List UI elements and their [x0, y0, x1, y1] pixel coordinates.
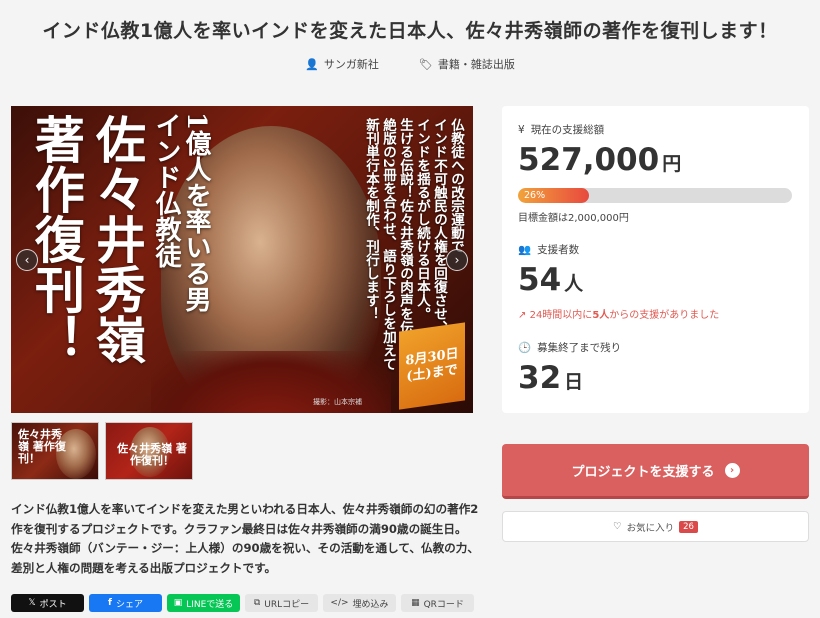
chevron-left-icon: ‹ [24, 253, 30, 267]
project-meta: 👤 サンガ新社 🏷 書籍・雑誌出版 [0, 56, 820, 72]
prev-slide-button[interactable]: ‹ [16, 249, 38, 271]
copy-url-label: URLコピー [264, 599, 310, 610]
qr-code-button[interactable]: ▦ QRコード [401, 594, 474, 612]
share-x-button[interactable]: 𝕏 ポスト [11, 594, 84, 612]
support-project-button[interactable]: プロジェクトを支援する › [502, 444, 809, 499]
funding-progress-bar: 26% [518, 188, 792, 203]
share-facebook-button[interactable]: f シェア [89, 594, 162, 612]
chevron-right-circle-icon: › [724, 462, 740, 478]
description-line: 差別と人権の問題を考える出版プロジェクトです。 [11, 560, 277, 575]
line-icon: ▣ [173, 598, 183, 608]
total-amount-unit: 円 [662, 153, 682, 175]
author-link[interactable]: 👤 サンガ新社 [305, 56, 379, 72]
backers-label: 👥 支援者数 [518, 244, 580, 256]
hero-body-line: インド不可触民の人権を回復させ、 [431, 118, 447, 334]
qr-code-label: QRコード [423, 599, 464, 610]
hero-body-line: 仏教徒への改宗運動で [448, 118, 464, 253]
embed-label: 埋め込み [352, 599, 389, 610]
remaining-days-value: 32 [518, 360, 562, 396]
total-amount-value: 527,000 [518, 142, 660, 178]
heart-icon: ♡ [613, 521, 622, 532]
tag-icon: 🏷 [418, 57, 433, 71]
author-name: サンガ新社 [323, 58, 379, 71]
favorite-count-badge: 26 [679, 520, 698, 533]
chevron-right-icon: › [454, 253, 460, 267]
thumbnail-text: 佐々井秀嶺 著作復刊！ [117, 442, 187, 467]
hero-big-line-1: 著作復刊！ [27, 114, 86, 364]
user-icon: 👤 [305, 57, 319, 71]
progress-fill: 26% [518, 188, 590, 203]
embed-button[interactable]: </> 埋め込み [323, 594, 396, 612]
facebook-icon: f [108, 598, 112, 608]
description-line: 佐々井秀嶺師（バンテー・ジー：上人様）の90歳を祝い、その活動を通して、仏教の力… [11, 541, 479, 555]
code-icon: </> [330, 598, 349, 608]
category-name: 書籍・雑誌出版 [437, 58, 515, 71]
users-icon: 👥 [518, 244, 532, 256]
clock-icon: 🕒 [518, 342, 532, 354]
copy-icon: ⧉ [253, 598, 261, 608]
share-facebook-label: シェア [115, 599, 143, 610]
hero-body-line: 絶版の2冊を合わせ、語り下ろしを加えて [380, 118, 396, 371]
stats-card: ¥ 現在の支援総額 527,000 円 26% 目標金額は2,000,000円 👥… [502, 106, 809, 413]
share-x-label: ポスト [39, 599, 67, 610]
backers-count: 54 人 [518, 262, 583, 298]
hero-sub-line-2: 1億人を率いる男 [181, 112, 211, 313]
page-title: インド仏教1億人を率いインドを変えた日本人、佐々井秀嶺師の著作を復刊します！ [42, 20, 778, 42]
favorite-button[interactable]: ♡ お気に入り 26 [502, 511, 809, 542]
share-line-button[interactable]: ▣ LINEで送る [167, 594, 240, 612]
hero-body-line: インドを揺るがし続ける日本人。 [414, 118, 430, 321]
backers-count-unit: 人 [564, 273, 584, 295]
remaining-days-unit: 日 [564, 371, 584, 393]
total-amount: 527,000 円 [518, 142, 681, 178]
hero-sub-line-1: インド仏教徒 [151, 112, 181, 268]
recent-support-notice: ↗ 24時間以内に5人からの支援がありました [518, 310, 720, 321]
trend-up-icon: ↗ [518, 310, 527, 321]
thumbnail-2[interactable]: 佐々井秀嶺 著作復刊！ [105, 422, 193, 480]
support-button-label: プロジェクトを支援する [571, 464, 715, 480]
x-logo-icon: 𝕏 [28, 598, 36, 608]
hero-image: 著作復刊！ 佐々井秀嶺 インド仏教徒 1億人を率いる男 仏教徒への改宗運動で イ… [11, 106, 473, 413]
hero-big-line-2: 佐々井秀嶺 [88, 114, 147, 364]
deadline-badge: 8月30日(土)まで [399, 322, 465, 410]
total-label: ¥ 現在の支援総額 [518, 123, 605, 137]
next-slide-button[interactable]: › [446, 249, 468, 271]
remaining-label: 🕒 募集終了まで残り [518, 342, 622, 354]
category-link[interactable]: 🏷 書籍・雑誌出版 [419, 56, 515, 72]
project-description: インド仏教1億人を率いてインドを変えた男といわれる日本人、佐々井秀嶺師の幻の著作… [11, 500, 481, 578]
description-line: 作を復刊するプロジェクトです。クラファン最終日は佐々井秀嶺師の満90歳の誕生日。 [11, 521, 467, 536]
goal-amount: 目標金額は2,000,000円 [518, 213, 629, 224]
hero-body-line: 生ける伝説！佐々井秀嶺の肉声を伝える [397, 118, 413, 361]
hero-body-line: 新刊単行本を制作、刊行します！ [363, 118, 379, 321]
yen-icon: ¥ [518, 123, 525, 136]
description-line: インド仏教1億人を率いてインドを変えた男といわれる日本人、佐々井秀嶺師の幻の著作… [11, 502, 479, 516]
photo-credit: 撮影：山本宗補 [313, 398, 362, 406]
thumbnail-text: 佐々井秀嶺 著作復刊！ [18, 428, 66, 465]
thumbnail-1[interactable]: 佐々井秀嶺 著作復刊！ [11, 422, 99, 480]
remaining-days: 32 日 [518, 360, 583, 396]
qr-icon: ▦ [411, 598, 420, 608]
share-line-label: LINEで送る [186, 599, 234, 610]
backers-count-value: 54 [518, 262, 562, 298]
favorite-label: お気に入り [626, 522, 675, 534]
copy-url-button[interactable]: ⧉ URLコピー [245, 594, 318, 612]
